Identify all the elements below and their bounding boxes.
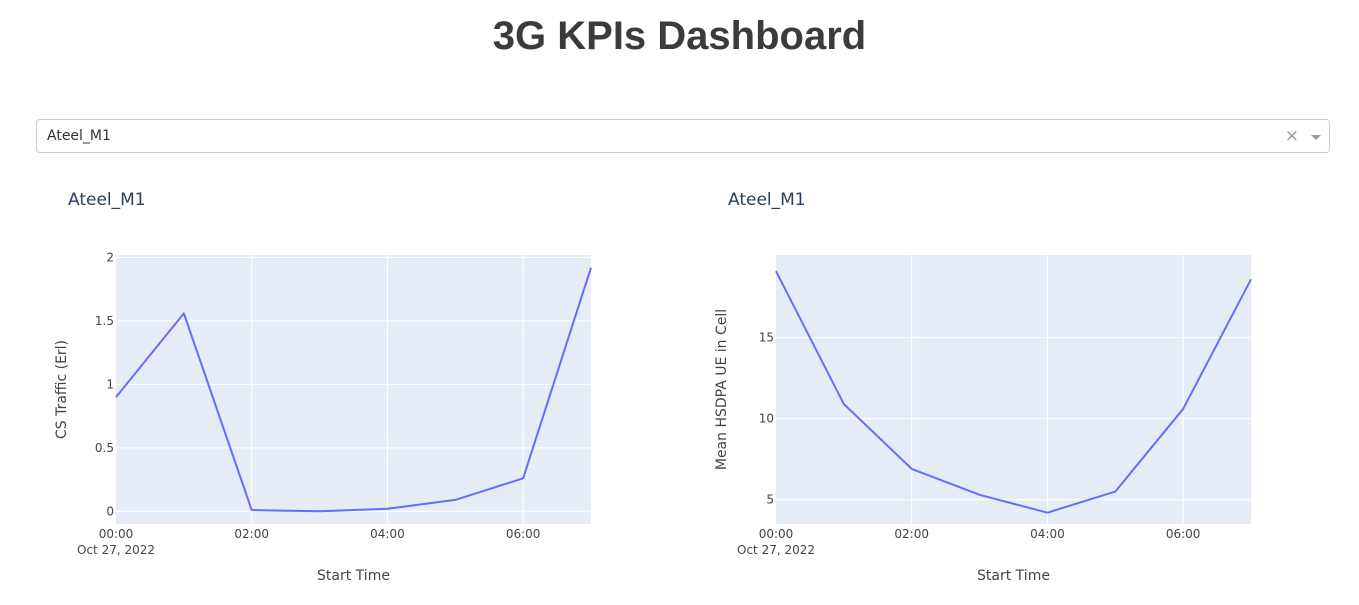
site-select-dropdown[interactable]: Ateel_M1 × [36, 119, 1330, 153]
x-tick-label: 02:00 [234, 527, 269, 541]
y-tick-label: 0 [106, 504, 114, 518]
x-axis-title: Start Time [317, 568, 390, 584]
cs-traffic-chart: Ateel_M1 0 0.5 1 1.5 2 00:00 02:00 04:00 06:00 Oct… [54, 190, 592, 584]
x-tick-label: 00:00 [759, 527, 794, 541]
hsdpa-ue-chart: Ateel_M1 5 10 15 00:00 02:00 04:00 06:00 Oct 27,… [714, 190, 1252, 584]
x-tick-label: 00:00 [99, 527, 134, 541]
chevron-down-icon[interactable] [1311, 135, 1321, 140]
y-axis-title: CS Traffic (Erl) [54, 340, 70, 439]
clear-icon[interactable]: × [1285, 126, 1299, 146]
x-tick-label: 02:00 [894, 527, 929, 541]
plot-area [776, 255, 1251, 524]
y-tick-label: 5 [766, 493, 774, 507]
plot-area [116, 255, 591, 524]
page-title: 3G KPIs Dashboard [492, 14, 867, 58]
y-axis-title: Mean HSDPA UE in Cell [714, 309, 730, 470]
selected-site-value: Ateel_M1 [47, 128, 111, 144]
x-tick-label: 04:00 [1030, 527, 1065, 541]
chart-title: Ateel_M1 [68, 190, 146, 210]
y-tick-label: 15 [759, 331, 774, 345]
y-tick-label: 10 [759, 412, 774, 426]
x-date-label: Oct 27, 2022 [737, 543, 815, 557]
y-tick-label: 2 [106, 251, 114, 265]
x-tick-label: 06:00 [1166, 527, 1201, 541]
y-tick-label: 1.5 [95, 314, 114, 328]
y-tick-label: 0.5 [95, 441, 114, 455]
x-axis-title: Start Time [977, 568, 1050, 584]
x-tick-label: 06:00 [506, 527, 541, 541]
y-tick-label: 1 [106, 377, 114, 391]
x-tick-label: 04:00 [370, 527, 405, 541]
x-date-label: Oct 27, 2022 [77, 543, 155, 557]
chart-title: Ateel_M1 [728, 190, 806, 210]
